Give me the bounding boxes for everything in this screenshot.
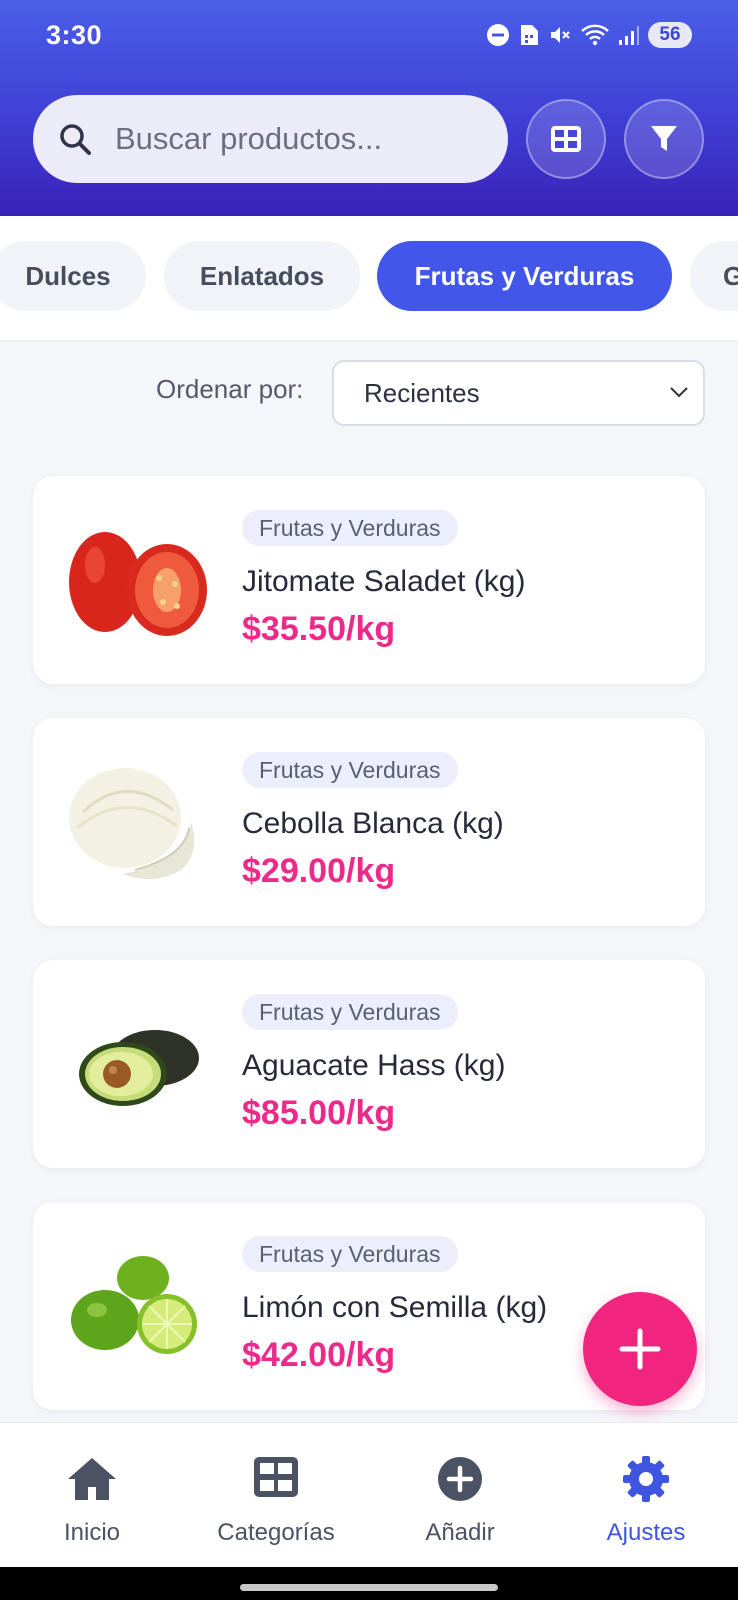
- sort-selected-value: Recientes: [364, 377, 480, 408]
- product-name: Limón con Semilla (kg): [242, 1291, 548, 1324]
- product-price: $42.00/kg: [242, 1336, 396, 1374]
- nav-inicio[interactable]: Inicio: [0, 1423, 184, 1568]
- category-badge: Frutas y Verduras: [242, 752, 458, 788]
- search-bar[interactable]: [33, 95, 508, 183]
- nav-anadir[interactable]: Añadir: [368, 1423, 552, 1568]
- nav-label: Inicio: [63, 1519, 121, 1546]
- plus-icon: [619, 1328, 661, 1370]
- category-badge: Frutas y Verduras: [242, 510, 458, 546]
- product-card[interactable]: Frutas y Verduras Aguacate Hass (kg) $85…: [33, 960, 705, 1168]
- tab-next-partial[interactable]: G: [690, 241, 738, 311]
- lime-image: [63, 1236, 213, 1376]
- chevron-down-icon: [670, 387, 688, 398]
- home-gesture-handle[interactable]: [240, 1584, 498, 1591]
- signal-icon: [619, 26, 639, 45]
- app-header: 3:30 56: [0, 0, 738, 216]
- product-price: $85.00/kg: [242, 1094, 396, 1132]
- sim-icon: [521, 25, 538, 45]
- category-badge: Frutas y Verduras: [242, 1236, 458, 1272]
- add-circle-icon: [438, 1457, 482, 1501]
- battery-indicator: 56: [648, 22, 692, 48]
- grid-icon: [254, 1457, 298, 1497]
- nav-label: Ajustes: [606, 1519, 686, 1546]
- status-icons: 56: [486, 22, 692, 48]
- grid-icon: [551, 126, 581, 152]
- nav-label: Categorías: [217, 1519, 335, 1546]
- grid-view-button[interactable]: [526, 99, 606, 179]
- product-card[interactable]: Frutas y Verduras Jitomate Saladet (kg) …: [33, 476, 705, 684]
- nav-categorias[interactable]: Categorías: [184, 1423, 368, 1568]
- gear-icon: [623, 1456, 669, 1502]
- status-bar: 3:30 56: [0, 0, 738, 72]
- nav-ajustes[interactable]: Ajustes: [554, 1423, 738, 1568]
- tomato-image: [63, 510, 213, 650]
- nav-label: Añadir: [425, 1519, 495, 1546]
- filter-icon: [651, 126, 677, 151]
- mute-icon: [551, 27, 570, 43]
- category-tabs: Dulces Enlatados Frutas y Verduras G: [0, 216, 738, 342]
- add-product-fab[interactable]: [583, 1292, 697, 1406]
- sort-label: Ordenar por:: [156, 374, 304, 404]
- product-card[interactable]: Frutas y Verduras Cebolla Blanca (kg) $2…: [33, 718, 705, 926]
- product-name: Aguacate Hass (kg): [242, 1049, 506, 1082]
- do-not-disturb-icon: [487, 24, 509, 46]
- product-name: Cebolla Blanca (kg): [242, 807, 504, 840]
- product-name: Jitomate Saladet (kg): [242, 565, 526, 598]
- status-time: 3:30: [46, 20, 103, 50]
- search-input[interactable]: [115, 121, 475, 157]
- avocado-image: [63, 994, 213, 1134]
- filter-button[interactable]: [624, 99, 704, 179]
- wifi-icon: [581, 24, 609, 46]
- home-icon: [68, 1458, 116, 1500]
- bottom-navigation: Inicio Categorías Añadir Ajustes: [0, 1422, 738, 1567]
- product-price: $35.50/kg: [242, 610, 396, 648]
- tab-frutas-y-verduras[interactable]: Frutas y Verduras: [377, 241, 672, 311]
- onion-image: [63, 752, 213, 892]
- tab-dulces[interactable]: Dulces: [0, 241, 146, 311]
- tab-enlatados[interactable]: Enlatados: [164, 241, 360, 311]
- category-badge: Frutas y Verduras: [242, 994, 458, 1030]
- product-price: $29.00/kg: [242, 852, 396, 890]
- sort-dropdown[interactable]: Recientes: [332, 360, 705, 426]
- search-icon: [60, 124, 91, 155]
